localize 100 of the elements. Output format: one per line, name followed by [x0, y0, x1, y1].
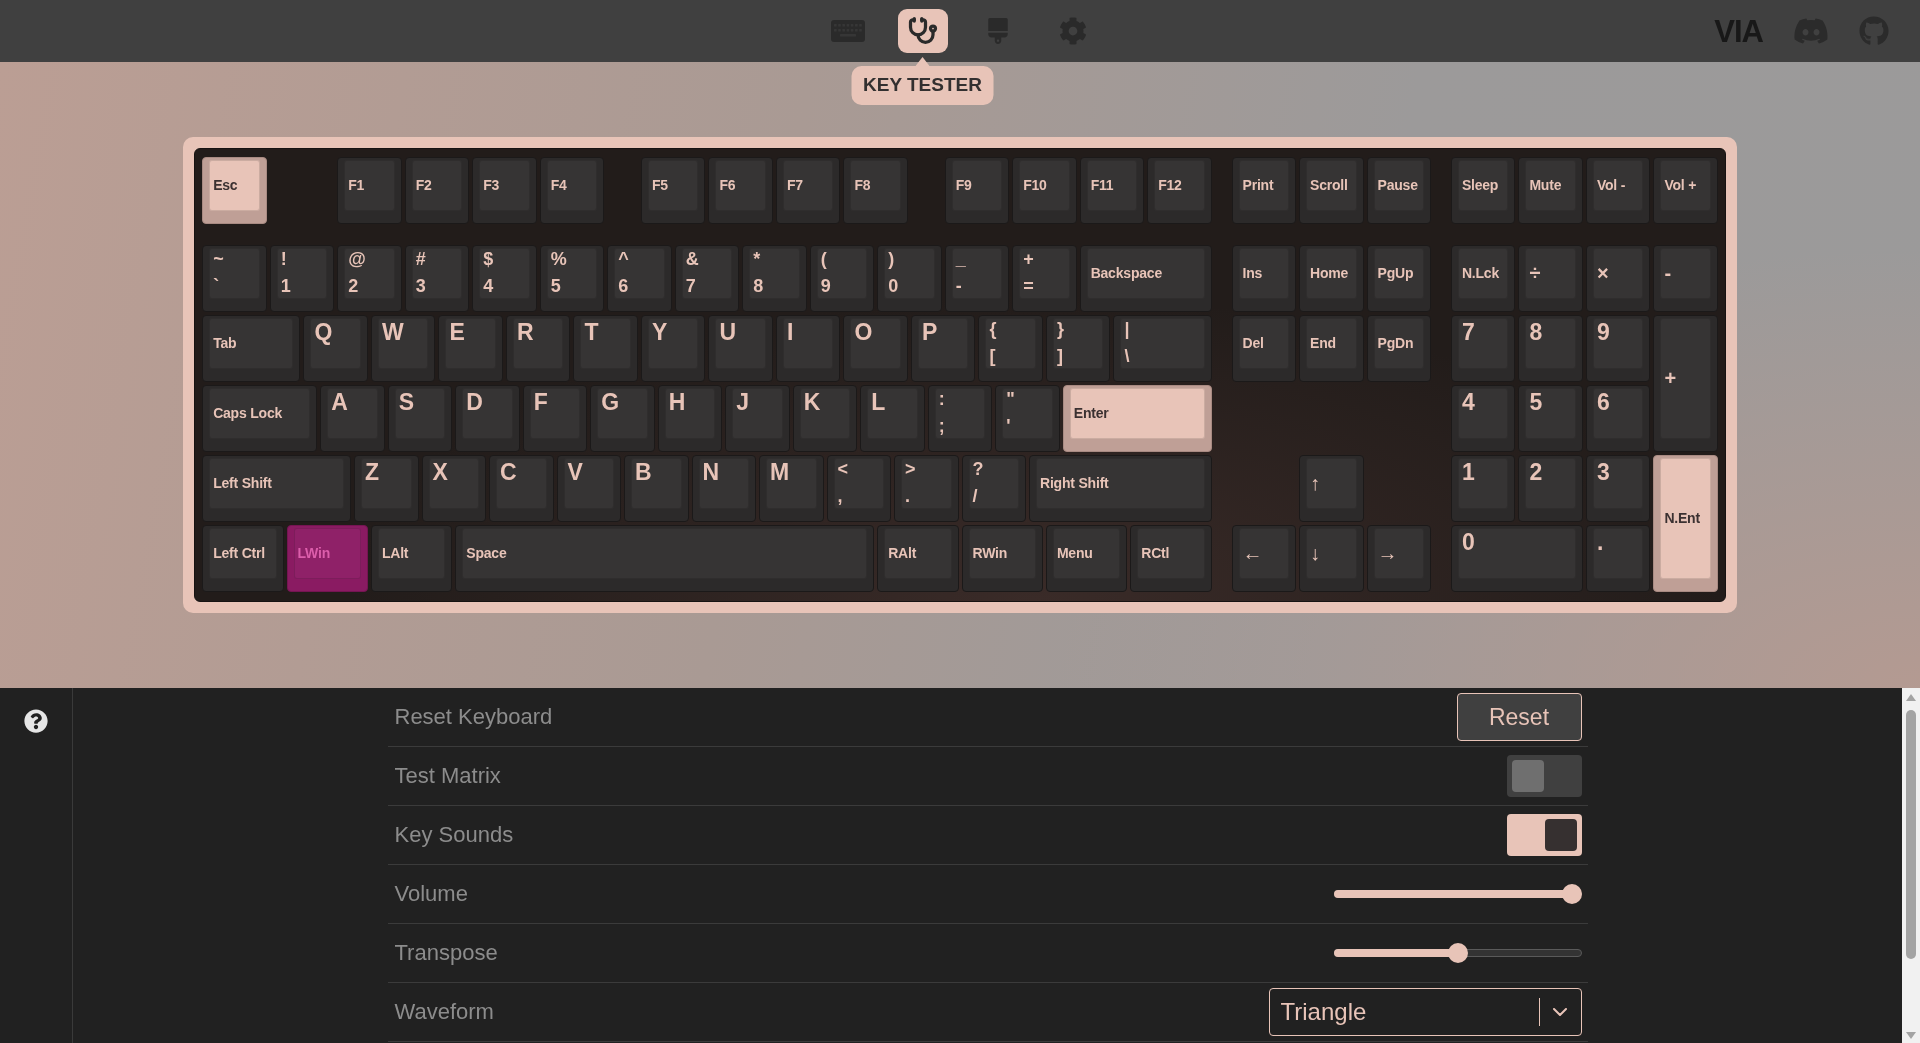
key-label: - — [955, 276, 962, 297]
key-label: F — [533, 389, 548, 416]
key-label: Home — [1310, 265, 1349, 281]
slider-thumb[interactable] — [1447, 943, 1468, 963]
key-label: 9 — [820, 276, 831, 297]
key-label: Backspace — [1090, 265, 1162, 281]
key-label: Del — [1242, 335, 1264, 351]
key-label: F9 — [955, 178, 972, 194]
key-label: 8 — [753, 276, 763, 297]
key-label: Scroll — [1310, 178, 1348, 194]
key-label: F7 — [786, 178, 803, 194]
key-label: 4 — [1461, 389, 1475, 416]
key-label: 1 — [280, 276, 291, 297]
key-label: Q — [314, 319, 333, 346]
key-label: , — [837, 486, 843, 507]
slider-track[interactable] — [1333, 884, 1582, 904]
scrollbar-thumb[interactable] — [1906, 710, 1916, 959]
key-label: : — [938, 389, 945, 410]
key-label: 9 — [1596, 319, 1610, 346]
key-label: E — [449, 319, 465, 346]
dropdown[interactable]: Triangle — [1268, 988, 1582, 1036]
key-label: End — [1310, 335, 1336, 351]
key-label: ( — [820, 249, 827, 270]
key-label: F1 — [348, 178, 365, 194]
key-label: 5 — [550, 276, 561, 297]
key-label: Esc — [213, 178, 238, 194]
toggle-switch[interactable] — [1506, 814, 1582, 856]
tooltip-pointer-icon — [915, 57, 930, 66]
key-label: Menu — [1056, 545, 1093, 561]
key-label: Right Shift — [1040, 475, 1109, 491]
nav-tab[interactable] — [897, 9, 948, 53]
key-label: X — [432, 459, 448, 486]
key-label: ' — [1006, 416, 1011, 437]
key-label: F2 — [415, 178, 432, 194]
key-label: V — [567, 459, 583, 486]
key-label: Mute — [1529, 178, 1562, 194]
key-label: F12 — [1158, 178, 1182, 194]
key-label: $ — [483, 249, 493, 270]
setting-label: Key Sounds — [394, 822, 514, 848]
toggle-switch[interactable] — [1506, 755, 1582, 797]
key-label: D — [466, 389, 483, 416]
key-label: 4 — [483, 276, 493, 297]
key-label: W — [381, 319, 404, 346]
key-label: N — [702, 459, 719, 486]
key-label: Print — [1242, 178, 1274, 194]
key-label: 2 — [1529, 459, 1542, 486]
setting-label: Volume — [394, 881, 468, 907]
key-label: M — [770, 459, 789, 486]
key-label: S — [398, 389, 414, 416]
key-label: % — [550, 249, 567, 270]
key-label: A — [331, 389, 348, 416]
key-label: F4 — [550, 178, 567, 194]
scroll-up-icon[interactable] — [1906, 694, 1916, 701]
key-label: LAlt — [381, 545, 409, 561]
key-label: ↑ — [1310, 472, 1320, 495]
key-label: K — [803, 389, 821, 416]
key-label: [ — [989, 346, 996, 367]
setting-label: Test Matrix — [394, 763, 501, 789]
key-label: U — [719, 319, 736, 346]
key-label: Enter — [1073, 405, 1109, 421]
key-label: _ — [955, 249, 966, 270]
key-label: ; — [938, 416, 945, 437]
key-label: 7 — [1461, 319, 1475, 346]
slider-thumb[interactable] — [1561, 884, 1582, 904]
key-label: 2 — [348, 276, 358, 297]
key-label: < — [837, 459, 848, 480]
scrollbar[interactable] — [1902, 688, 1920, 1043]
key-label: + — [1664, 367, 1676, 390]
key-label: + — [1023, 249, 1034, 270]
chevron-down-icon — [1552, 1008, 1567, 1016]
key-label: . — [1596, 529, 1604, 556]
key-label: L — [871, 389, 886, 416]
reset-button[interactable]: Reset — [1456, 693, 1582, 741]
setting-label: Waveform — [394, 999, 494, 1025]
key-label: . — [905, 486, 910, 507]
key-label: 8 — [1529, 319, 1542, 346]
key-label: - — [1664, 262, 1671, 285]
key-label: ) — [888, 249, 894, 270]
key-label: Ins — [1242, 265, 1263, 281]
key-label: F5 — [651, 178, 668, 194]
key-label: F11 — [1090, 178, 1114, 194]
setting-label: Reset Keyboard — [394, 704, 553, 730]
slider-track[interactable] — [1333, 943, 1582, 963]
key-label: 6 — [1596, 389, 1610, 416]
key-label: " — [1006, 389, 1015, 410]
key-label: 3 — [1596, 459, 1610, 486]
key-label: Y — [651, 319, 668, 346]
key-label: 0 — [1461, 529, 1475, 556]
key-label: 1 — [1461, 459, 1475, 486]
key-label: ` — [213, 276, 219, 297]
key-label: 7 — [685, 276, 696, 297]
scroll-down-icon[interactable] — [1906, 1032, 1916, 1039]
key-label: O — [854, 319, 873, 346]
key-label: RWin — [972, 545, 1008, 561]
help-icon[interactable] — [24, 709, 48, 733]
key-label: Tab — [213, 335, 237, 351]
key-label: N.Lck — [1461, 265, 1499, 281]
key-label: T — [584, 319, 599, 346]
key-label: Sleep — [1461, 178, 1499, 194]
key-label: } — [1056, 319, 1064, 340]
